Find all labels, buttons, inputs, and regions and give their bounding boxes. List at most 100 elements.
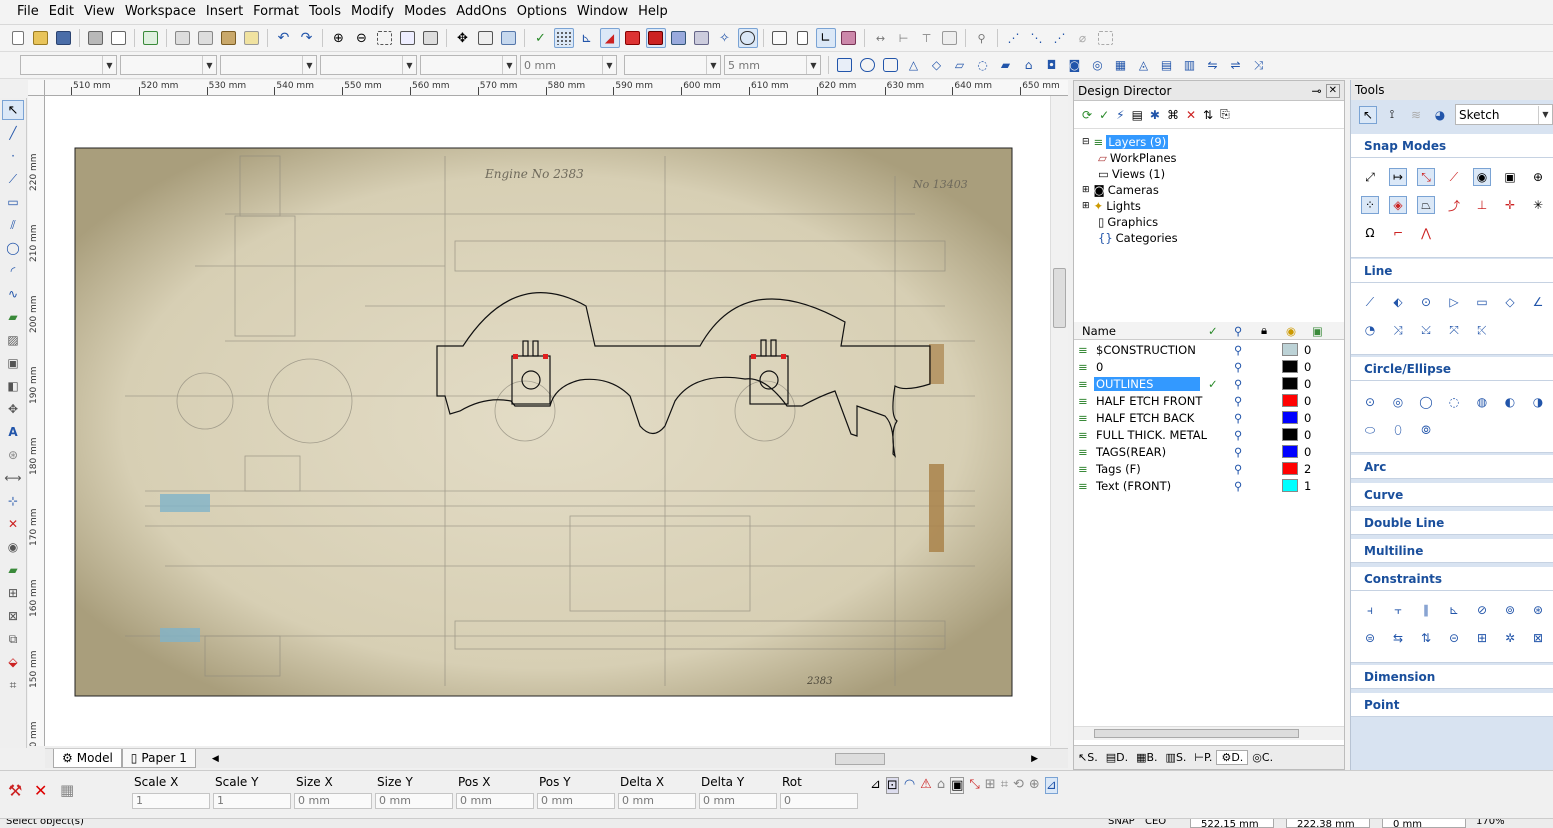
vertical-scrollbar[interactable] — [1050, 96, 1068, 746]
layer-row[interactable]: ≡ Text (FRONT) ⚲ 1 — [1074, 477, 1344, 494]
layer-color-swatch[interactable] — [1282, 411, 1298, 424]
section-point[interactable]: Point — [1351, 693, 1553, 717]
double-line-tool-icon[interactable]: ⫽ — [2, 215, 24, 235]
sweep-icon[interactable]: ▰ — [996, 55, 1016, 75]
new-layer-icon[interactable]: ▤ — [1132, 108, 1143, 122]
print-preview-icon[interactable] — [109, 28, 129, 48]
table-icon[interactable]: ▦ — [60, 781, 74, 799]
connected-lines-icon[interactable]: ⬖ — [1389, 293, 1407, 311]
snap-path-icon[interactable]: ⋰ — [1050, 28, 1070, 48]
visibility-icon[interactable]: ⚲ — [1234, 411, 1242, 425]
snap-quadrant-icon[interactable]: ⊕ — [1529, 168, 1547, 186]
status-y-coordinate[interactable]: 222.38 mm — [1286, 819, 1370, 828]
pick-icon[interactable]: ⟟ — [1383, 106, 1401, 124]
linestyle-combo[interactable]: ▼ — [220, 55, 317, 75]
cut-icon[interactable] — [173, 28, 193, 48]
trim-tool-icon[interactable]: ✕ — [2, 514, 24, 534]
select-arrow-icon[interactable]: ↖ — [2, 100, 24, 120]
text-size-combo[interactable]: 5 mm ▼ — [724, 55, 821, 75]
shell-icon[interactable]: ◘ — [1042, 55, 1062, 75]
regen-icon[interactable] — [476, 28, 496, 48]
layer-color-swatch[interactable] — [1282, 343, 1298, 356]
constraint-solve-icon[interactable]: ✲ — [1501, 629, 1519, 647]
properties-icon[interactable] — [770, 28, 790, 48]
layer-row[interactable]: ≡ OUTLINES ✓ ⚲ 0 — [1074, 375, 1344, 392]
box-3d-icon[interactable] — [835, 55, 855, 75]
constraint-icon[interactable]: ⚲ — [972, 28, 992, 48]
edit-geometry-icon[interactable]: ⊿ — [870, 777, 881, 794]
constraint-radius-icon[interactable]: ⊜ — [1361, 629, 1379, 647]
circle-concentric-icon[interactable]: ◎ — [1389, 393, 1407, 411]
tab-blocks[interactable]: ▦B. — [1132, 751, 1161, 764]
property-input[interactable]: 0 mm — [618, 793, 696, 809]
tangent-line-icon[interactable]: ◔ — [1361, 321, 1379, 339]
angle-line-icon[interactable]: ∠ — [1529, 293, 1547, 311]
snap-perp-icon[interactable]: ⊥ — [1473, 196, 1491, 214]
tab-selection[interactable]: ↖S. — [1074, 751, 1102, 764]
constraint-angle-icon[interactable]: ⊞ — [1473, 629, 1491, 647]
font-combo[interactable]: ▼ — [320, 55, 417, 75]
constraint-vertical-icon[interactable]: ⇅ — [1417, 629, 1435, 647]
ortho-icon[interactable]: ⊾ — [577, 28, 597, 48]
visibility-icon[interactable]: ⚲ — [1234, 445, 1242, 459]
tab-catalog[interactable]: ◎C. — [1248, 751, 1277, 764]
solid-tool-icon[interactable]: ▣ — [2, 353, 24, 373]
line-thickness-combo[interactable]: 0 mm ▼ — [520, 55, 617, 75]
more-3d-icon[interactable]: ⤨ — [1249, 55, 1269, 75]
edit-grid-icon[interactable]: ⊞ — [985, 777, 996, 794]
status-ceo[interactable]: CEO — [1145, 819, 1166, 827]
snap-mid-icon[interactable]: ⋱ — [1027, 28, 1047, 48]
diamond-icon[interactable]: ◇ — [1501, 293, 1519, 311]
tab-model[interactable]: ⚙ Model — [53, 749, 122, 768]
check-icon[interactable]: ✓ — [531, 28, 551, 48]
zoom-extents-icon[interactable] — [398, 28, 418, 48]
rectangle-icon[interactable]: ▭ — [1473, 293, 1491, 311]
table-icon[interactable] — [940, 28, 960, 48]
ellipse-icon[interactable]: ⬭ — [1361, 421, 1379, 439]
line-tool-icon[interactable]: ╱ — [2, 123, 24, 143]
snap-all-icon[interactable]: ✳ — [1529, 196, 1547, 214]
check-icon[interactable]: ✓ — [1099, 108, 1109, 122]
column-name[interactable]: Name — [1082, 324, 1202, 338]
undo-icon[interactable]: ↶ — [274, 28, 294, 48]
visibility-icon[interactable]: ⚲ — [1234, 462, 1242, 476]
visibility-icon[interactable]: ⚲ — [1234, 360, 1242, 374]
snap-end-icon[interactable]: ⤡ — [1417, 168, 1435, 186]
visible-column-icon[interactable]: ⚲ — [1234, 324, 1242, 338]
property-input[interactable]: 0 mm — [699, 793, 777, 809]
layer-row[interactable]: ≡ Tags (F) ⚲ 2 — [1074, 460, 1344, 477]
section-double-line[interactable]: Double Line — [1351, 511, 1553, 535]
tool-mode-combo[interactable]: Sketch ▼ — [1455, 104, 1553, 125]
layer-color-swatch[interactable] — [1282, 360, 1298, 373]
grid-toggle-icon[interactable] — [553, 28, 574, 48]
layer-row[interactable]: ≡ TAGS(REAR) ⚲ 0 — [1074, 443, 1344, 460]
property-input[interactable]: 0 mm — [456, 793, 534, 809]
layer-row[interactable]: ≡ 0 ⚲ 0 — [1074, 358, 1344, 375]
layer-color-swatch[interactable] — [1282, 377, 1298, 390]
3d-tool-icon[interactable]: ◉ — [2, 537, 24, 557]
color-column-icon[interactable]: ◉ — [1286, 324, 1296, 338]
snap-vertex-icon[interactable]: ◈ — [1389, 196, 1407, 214]
section-circle-ellipse[interactable]: Circle/Ellipse — [1351, 357, 1553, 381]
layer-color-swatch[interactable] — [1282, 394, 1298, 407]
perp-line-icon[interactable]: ⤨ — [1389, 321, 1407, 339]
globe-icon[interactable]: ◕ — [1431, 106, 1449, 124]
paint-tool-icon[interactable]: ⬙ — [2, 652, 24, 672]
menu-file[interactable]: File — [12, 1, 44, 23]
property-input[interactable]: 1 — [132, 793, 210, 809]
dimension-linear-icon[interactable]: ↔ — [871, 28, 891, 48]
render-icon[interactable] — [692, 28, 712, 48]
hatch-tool-icon[interactable]: ▨ — [2, 330, 24, 350]
section-line[interactable]: Line — [1351, 259, 1553, 283]
menu-help[interactable]: Help — [633, 1, 673, 23]
menu-insert[interactable]: Insert — [201, 1, 248, 23]
snap-angle-icon[interactable]: ⋀ — [1417, 224, 1435, 242]
snap-center-icon[interactable]: ◉ — [1473, 168, 1491, 186]
close-icon[interactable]: ✕ — [1325, 83, 1340, 98]
open-folder-icon[interactable] — [31, 28, 51, 48]
lock-layer-icon[interactable] — [645, 28, 666, 48]
angle-icon[interactable]: ∟ — [815, 28, 836, 48]
tab-design[interactable]: ⚙D. — [1216, 750, 1249, 765]
zoom-out-icon[interactable]: ⊖ — [352, 28, 372, 48]
section-arc[interactable]: Arc — [1351, 455, 1553, 479]
